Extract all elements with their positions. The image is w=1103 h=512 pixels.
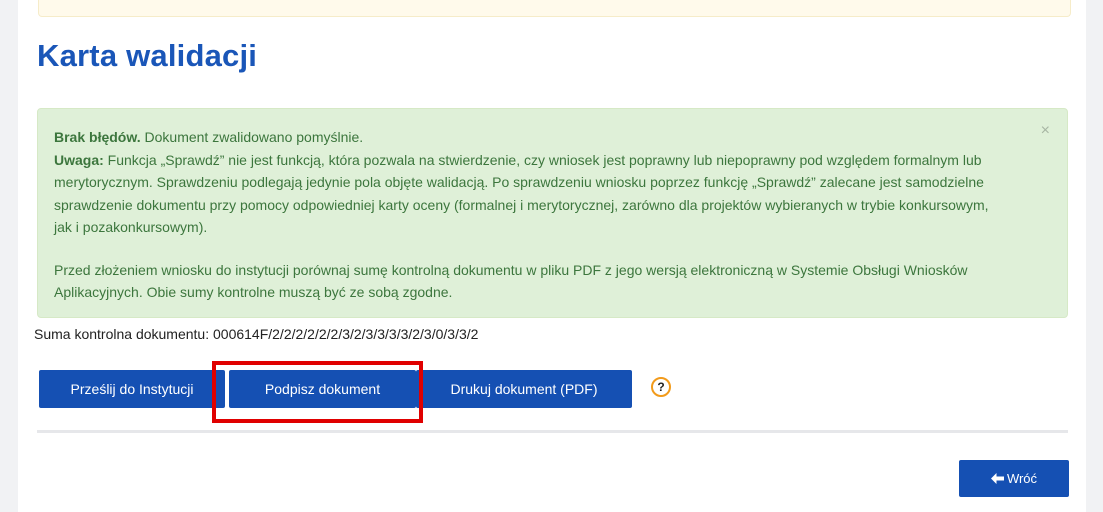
alert-status: Brak błędów. Dokument zwalidowano pomyśl… <box>54 126 1009 149</box>
sign-document-button[interactable]: Podpisz dokument <box>229 370 416 408</box>
alert-note-bold: Uwaga: <box>54 151 104 168</box>
back-button-label: Wróć <box>1006 471 1038 486</box>
document-checksum: Suma kontrolna dokumentu: 000614F/2/2/2/… <box>34 326 479 342</box>
alert-note: Uwaga: Funkcja „Sprawdź” nie jest funkcj… <box>54 149 1009 239</box>
divider <box>37 430 1068 433</box>
alert-status-bold: Brak błędów. <box>54 129 141 145</box>
close-icon[interactable]: × <box>1041 123 1050 139</box>
main-panel: Karta walidacji × Brak błędów. Dokument … <box>18 0 1086 512</box>
top-info-banner <box>38 0 1071 17</box>
alert-status-text: Dokument zwalidowano pomyślnie. <box>140 129 364 145</box>
help-icon[interactable]: ? <box>651 377 671 397</box>
arrow-left-icon <box>990 473 1004 484</box>
print-pdf-button[interactable]: Drukuj dokument (PDF) <box>416 370 632 408</box>
back-button[interactable]: Wróć <box>959 460 1069 497</box>
page-title: Karta walidacji <box>37 38 258 73</box>
alert-checksum-note: Przed złożeniem wniosku do instytucji po… <box>54 261 968 301</box>
validation-success-alert: × Brak błędów. Dokument zwalidowano pomy… <box>37 108 1068 318</box>
alert-note-text: Funkcja „Sprawdź” nie jest funkcją, któr… <box>54 151 989 236</box>
send-to-institution-button[interactable]: Prześlij do Instytucji <box>39 370 225 408</box>
